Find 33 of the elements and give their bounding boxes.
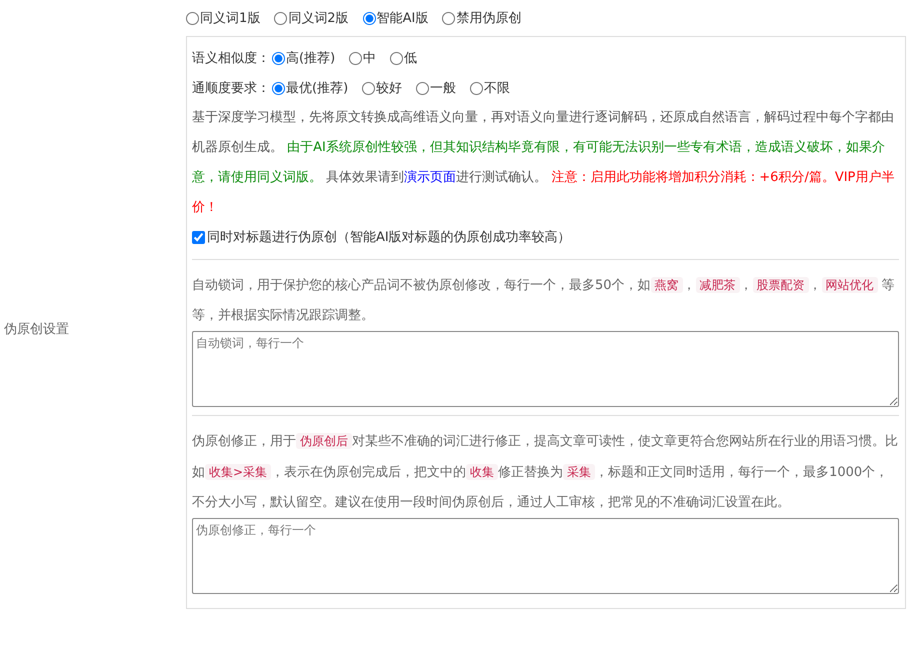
description-text: 基于深度学习模型，先将原文转换成高维语义向量，再对语义向量进行逐词解码，还原成自然语言，解码过程中每个字都由机器原创生成。 由于AI系统原创性较强，但其知识结构毕竟有限，有可能无法识别一些专有术语，造成语义破坏，如果介意，请使用同义词版。 具体效果请到演示页面进行测试确认。 注意：启用此功能将增加积分消耗：+6积分/篇。VIP用户半价！ (192, 109, 896, 217)
radio-option[interactable]: 高(推荐) (272, 49, 336, 67)
option-label: 通顺度要求： (192, 80, 270, 97)
radio-button[interactable] (390, 52, 404, 64)
option-label: 语义相似度： (192, 50, 270, 67)
radio-button[interactable] (362, 12, 376, 24)
lock-words-description: 自动锁词，用于保护您的核心产品词不被伪原创修改，每行一个，最多50个，如 燕窝 ， 减肥茶 ， 股票配资 ， 网站优化 等等，并根据实际情况跟踪调整。 (192, 276, 896, 325)
corrections-field[interactable]: 伪原创修正，每行一个 (192, 518, 899, 594)
radio-button[interactable] (442, 12, 456, 24)
section-label: 伪原创设置 (4, 321, 69, 338)
radio-button[interactable] (362, 82, 376, 94)
radio-option[interactable]: 较好 (362, 79, 402, 97)
lock-words-field[interactable]: 自动锁词，每行一个 (192, 331, 899, 407)
radio-button[interactable] (272, 82, 285, 94)
radio-button[interactable] (349, 52, 362, 64)
radio-option[interactable]: 一般 (416, 79, 456, 97)
radio-option[interactable]: 最优(推荐) (272, 79, 348, 97)
corrections-description: 伪原创修正，用于 伪原创后 对某些不准确的词汇进行修正，提高文章可读性，使文章更符合您网站所在行业的用语习惯。比如 收集>采集 ，表示在伪原创完成后，把文中的 收集 修正替换为 采集 ，标题和正文同时适用，每行一个，最多1000个，不分大小写，默认留空。建议在使用一段时间伪原创后，通过人工审核，把常见的不准确词汇设置在此。 (192, 432, 899, 512)
mode-option[interactable]: 智能AI版 (362, 9, 428, 27)
radio-button[interactable] (186, 12, 199, 24)
radio-button[interactable] (272, 52, 285, 64)
radio-option[interactable]: 低 (390, 49, 418, 67)
checkbox[interactable] (192, 230, 205, 244)
radio-option[interactable]: 不限 (470, 79, 510, 97)
radio-button[interactable] (470, 82, 484, 94)
radio-button[interactable] (416, 82, 430, 94)
mode-option[interactable]: 禁用伪原创 (442, 9, 522, 27)
demo-link[interactable]: 演示页面 (404, 170, 456, 185)
radio-option[interactable]: 中 (349, 49, 376, 67)
mode-option[interactable]: 同义词2版 (274, 9, 349, 27)
radio-button[interactable] (274, 12, 288, 24)
title-option[interactable]: 同时对标题进行伪原创（智能AI版对标题的伪原创成功率较高） (192, 223, 899, 251)
mode-option[interactable]: 同义词1版 (186, 9, 260, 27)
